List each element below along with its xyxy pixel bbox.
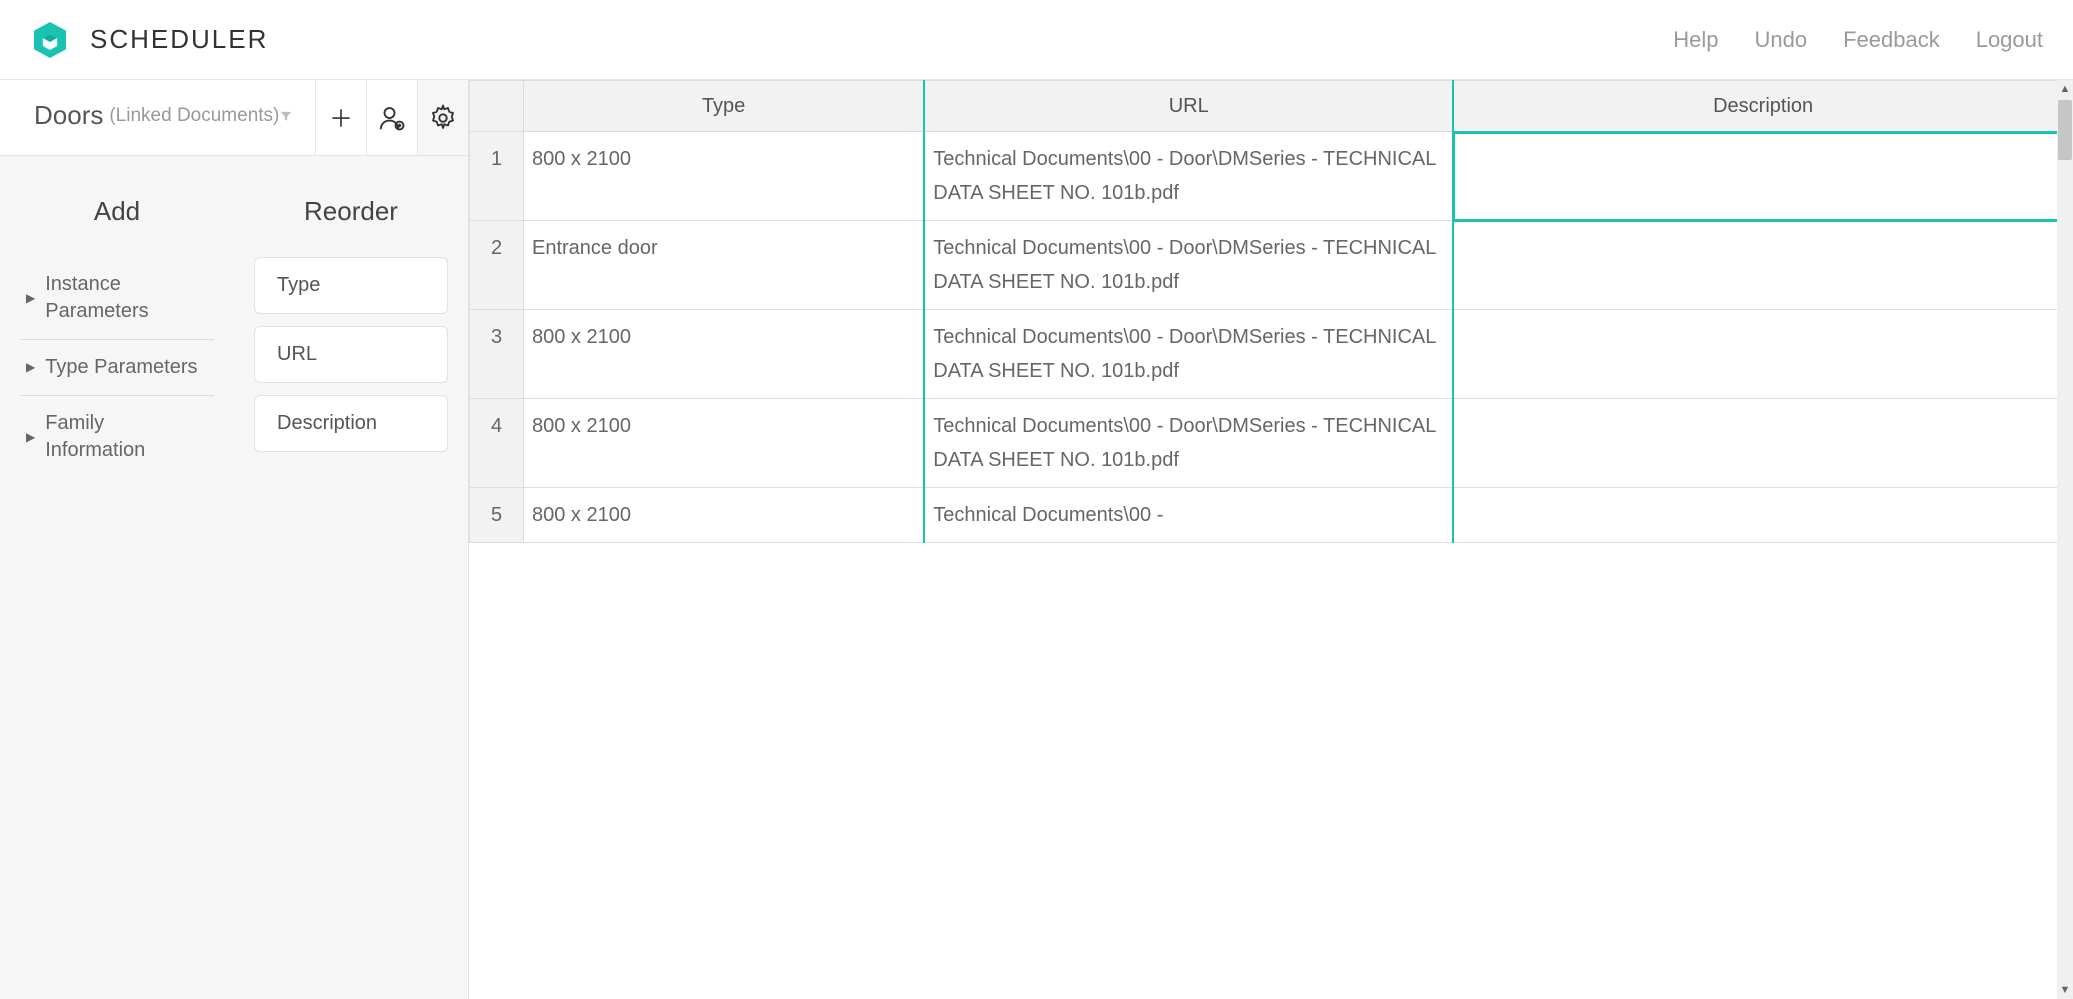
row-number[interactable]: 1 <box>470 132 524 221</box>
app-logo-icon <box>30 20 70 60</box>
schedule-title[interactable]: Doors (Linked Documents) <box>0 80 316 155</box>
table-row: 3800 x 2100Technical Documents\00 - Door… <box>470 310 2073 399</box>
content: Doors (Linked Documents) <box>0 80 2073 999</box>
table-row: 1800 x 2100Technical Documents\00 - Door… <box>470 132 2073 221</box>
cell-type[interactable]: Entrance door <box>524 221 925 310</box>
row-number[interactable]: 5 <box>470 488 524 543</box>
cell-description[interactable] <box>1453 132 2072 221</box>
nav-feedback[interactable]: Feedback <box>1843 27 1940 53</box>
tree-label: Family Information <box>45 410 208 464</box>
reorder-heading: Reorder <box>254 196 448 227</box>
reorder-chip-type[interactable]: Type <box>254 257 448 314</box>
tree-label: Type Parameters <box>45 354 197 381</box>
schedule-title-main: Doors <box>34 100 103 131</box>
scroll-track[interactable] <box>2058 98 2072 981</box>
add-schedule-button[interactable] <box>316 80 367 155</box>
tree-label: Instance Parameters <box>45 271 208 325</box>
add-panel: Add ▶ Instance Parameters ▶ Type Paramet… <box>0 156 234 999</box>
gear-icon <box>428 103 458 133</box>
cell-description[interactable] <box>1453 488 2072 543</box>
user-plus-icon <box>377 103 407 133</box>
header-type[interactable]: Type <box>524 81 925 132</box>
cell-description[interactable] <box>1453 399 2072 488</box>
reorder-chip-description[interactable]: Description <box>254 395 448 452</box>
filter-icon[interactable] <box>279 109 293 123</box>
scroll-down-icon[interactable]: ▼ <box>2060 981 2071 999</box>
sidebar-panels: Add ▶ Instance Parameters ▶ Type Paramet… <box>0 156 468 999</box>
reorder-panel: Reorder Type URL Description <box>234 156 468 999</box>
topbar: SCHEDULER Help Undo Feedback Logout <box>0 0 2073 80</box>
add-heading: Add <box>20 196 214 227</box>
logo-area: SCHEDULER <box>30 20 268 60</box>
tree-type-parameters[interactable]: ▶ Type Parameters <box>20 340 214 396</box>
caret-right-icon: ▶ <box>26 429 35 445</box>
sidebar-header: Doors (Linked Documents) <box>0 80 468 156</box>
reorder-chip-url[interactable]: URL <box>254 326 448 383</box>
nav-logout[interactable]: Logout <box>1976 27 2043 53</box>
table-row: 5800 x 2100Technical Documents\00 - <box>470 488 2073 543</box>
share-user-button[interactable] <box>367 80 418 155</box>
cell-url[interactable]: Technical Documents\00 - Door\DMSeries -… <box>924 310 1453 399</box>
tree-instance-parameters[interactable]: ▶ Instance Parameters <box>20 257 214 340</box>
caret-right-icon: ▶ <box>26 359 35 375</box>
cell-type[interactable]: 800 x 2100 <box>524 488 925 543</box>
cell-type[interactable]: 800 x 2100 <box>524 399 925 488</box>
schedule-title-sub: (Linked Documents) <box>109 105 279 127</box>
cell-url[interactable]: Technical Documents\00 - Door\DMSeries -… <box>924 399 1453 488</box>
tree-family-information[interactable]: ▶ Family Information <box>20 396 214 478</box>
schedule-table: Type URL Description 1800 x 2100Technica… <box>469 80 2073 543</box>
row-number[interactable]: 4 <box>470 399 524 488</box>
cell-type[interactable]: 800 x 2100 <box>524 132 925 221</box>
cell-url[interactable]: Technical Documents\00 - Door\DMSeries -… <box>924 132 1453 221</box>
table-row: 2Entrance doorTechnical Documents\00 - D… <box>470 221 2073 310</box>
cell-url[interactable]: Technical Documents\00 - Door\DMSeries -… <box>924 221 1453 310</box>
main-grid: Type URL Description 1800 x 2100Technica… <box>469 80 2073 999</box>
cell-description[interactable] <box>1453 221 2072 310</box>
row-number[interactable]: 3 <box>470 310 524 399</box>
row-number[interactable]: 2 <box>470 221 524 310</box>
scroll-thumb[interactable] <box>2058 100 2072 160</box>
top-nav: Help Undo Feedback Logout <box>1673 27 2043 53</box>
nav-help[interactable]: Help <box>1673 27 1718 53</box>
sidebar: Doors (Linked Documents) <box>0 80 469 999</box>
caret-right-icon: ▶ <box>26 290 35 306</box>
grid-scroll[interactable]: Type URL Description 1800 x 2100Technica… <box>469 80 2073 999</box>
nav-undo[interactable]: Undo <box>1754 27 1807 53</box>
vertical-scrollbar[interactable]: ▲ ▼ <box>2057 80 2073 999</box>
header-rownum <box>470 81 524 132</box>
cell-type[interactable]: 800 x 2100 <box>524 310 925 399</box>
settings-button[interactable] <box>418 80 468 155</box>
app-title: SCHEDULER <box>90 24 268 55</box>
table-row: 4800 x 2100Technical Documents\00 - Door… <box>470 399 2073 488</box>
plus-icon <box>328 105 354 131</box>
header-url[interactable]: URL <box>924 81 1453 132</box>
cell-url[interactable]: Technical Documents\00 - <box>924 488 1453 543</box>
scroll-up-icon[interactable]: ▲ <box>2060 80 2071 98</box>
header-description[interactable]: Description <box>1453 81 2072 132</box>
cell-description[interactable] <box>1453 310 2072 399</box>
